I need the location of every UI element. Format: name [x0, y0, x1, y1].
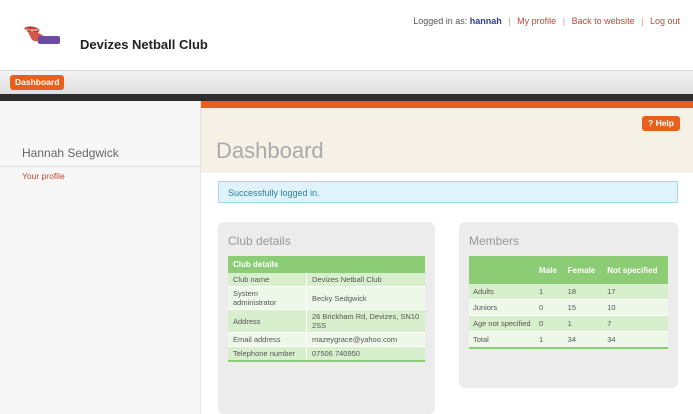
- male-count: 1: [535, 284, 564, 300]
- table-row: Telephone number 07506 740950: [228, 346, 425, 362]
- row-label: Telephone number: [228, 346, 307, 362]
- row-label: System administrator: [228, 286, 307, 310]
- log-out-link[interactable]: Log out: [650, 16, 680, 26]
- not-specified-count: 34: [603, 331, 668, 349]
- female-count: 18: [563, 284, 604, 300]
- title-band: ? Help Dashboard: [201, 108, 693, 173]
- row-label: Juniors: [469, 299, 535, 316]
- club-details-title: Club details: [228, 234, 291, 248]
- sidebar-item-your-profile[interactable]: Your profile: [22, 171, 65, 181]
- sidebar: Hannah Sedgwick Your profile: [0, 101, 201, 414]
- nav-divider-bar: [0, 94, 693, 101]
- club-details-table-header: Club details: [228, 256, 425, 273]
- row-label: Total: [469, 331, 535, 349]
- not-specified-count: 10: [603, 299, 668, 316]
- female-count: 15: [563, 299, 604, 316]
- divider: |: [641, 16, 644, 26]
- row-value: 26 Brickham Rd, Devizes, SN10 2SS: [306, 309, 425, 333]
- accent-strip: [201, 101, 693, 108]
- account-links: Logged in as: hannah | My profile | Back…: [413, 16, 680, 26]
- female-count: 34: [563, 331, 604, 349]
- table-row: Club name Devizes Netball Club: [228, 273, 425, 287]
- logged-in-label: Logged in as:: [413, 16, 468, 26]
- members-table: Male Female Not specified Adults 1 18 17…: [469, 256, 668, 349]
- column-header-female: Female: [563, 256, 604, 284]
- male-count: 1: [535, 331, 564, 349]
- table-row: System administrator Becky Sedgwick: [228, 286, 425, 310]
- column-header: [469, 256, 535, 284]
- help-button[interactable]: ? Help: [642, 116, 680, 131]
- club-details-table: Club details Club name Devizes Netball C…: [228, 256, 425, 362]
- username: hannah: [469, 16, 502, 26]
- female-count: 1: [563, 315, 604, 332]
- male-count: 0: [535, 315, 564, 332]
- tab-dashboard[interactable]: Dashboard: [10, 75, 65, 90]
- sidebar-user-name: Hannah Sedgwick: [22, 146, 119, 160]
- members-title: Members: [469, 234, 520, 248]
- nav-bar: Dashboard: [0, 70, 693, 95]
- table-row: Address 26 Brickham Rd, Devizes, SN10 2S…: [228, 309, 425, 333]
- divider: |: [508, 16, 511, 26]
- not-specified-count: 7: [603, 315, 668, 332]
- column-header-male: Male: [535, 256, 564, 284]
- club-details-panel: Club details Club details Club name Devi…: [218, 222, 435, 414]
- main-content: ? Help Dashboard Successfully logged in.…: [201, 101, 693, 414]
- row-label: Address: [228, 309, 307, 333]
- row-value: Becky Sedgwick: [306, 286, 425, 310]
- row-label: Club name: [228, 273, 307, 287]
- row-label: Age not specified: [469, 315, 535, 332]
- table-row: Email address mazeygrace@yahoo.com: [228, 332, 425, 347]
- male-count: 0: [535, 299, 564, 316]
- row-label: Adults: [469, 284, 535, 300]
- sidebar-divider: [0, 166, 200, 167]
- column-header-not-specified: Not specified: [603, 256, 668, 284]
- row-label: Email address: [228, 332, 307, 347]
- row-value: Devizes Netball Club: [306, 273, 425, 287]
- svg-text:England: England: [26, 27, 41, 32]
- page-title: Dashboard: [216, 138, 324, 163]
- row-value: 07506 740950: [306, 346, 425, 362]
- not-specified-count: 17: [603, 284, 668, 300]
- members-panel: Members Male Female Not specified Adults…: [459, 222, 678, 388]
- back-to-website-link[interactable]: Back to website: [572, 16, 635, 26]
- divider: |: [562, 16, 566, 26]
- club-name: Devizes Netball Club: [80, 37, 208, 52]
- header: England Devizes Netball Club Logged in a…: [0, 0, 693, 70]
- table-row: Age not specified 0 1 7: [469, 315, 668, 332]
- my-profile-link[interactable]: My profile: [517, 16, 556, 26]
- row-value: mazeygrace@yahoo.com: [306, 332, 425, 347]
- success-alert: Successfully logged in.: [218, 181, 678, 203]
- table-row: Juniors 0 15 10: [469, 299, 668, 316]
- table-row: Adults 1 18 17: [469, 284, 668, 300]
- club-logo: England: [24, 26, 60, 44]
- table-row: Total 1 34 34: [469, 331, 668, 349]
